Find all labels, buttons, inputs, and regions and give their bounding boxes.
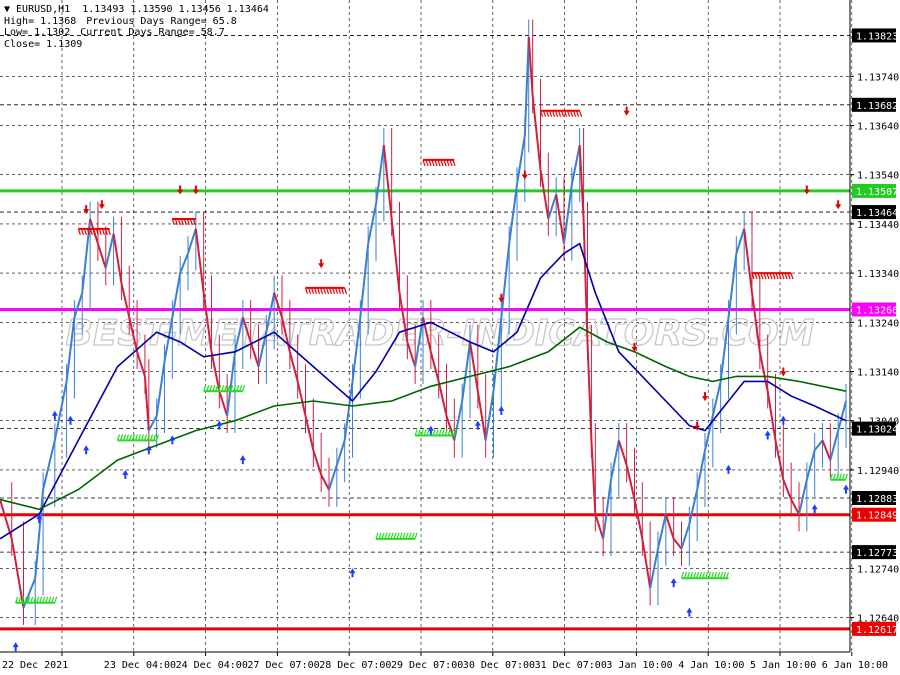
level-label: 1.13507 [856,187,898,198]
time-tick-label: 3 Jan 10:00 [606,660,672,671]
low-value: Low= 1.1302 [4,27,71,38]
level-label: 1.13682 [856,101,898,112]
time-tick-label: 5 Jan 10:00 [750,660,816,671]
price-tick-label: 1.13540 [857,171,899,182]
level-label: 1.12883 [856,494,898,505]
high-value: High= 1.1368 [4,15,77,27]
close-value: Close= 1.1309 [4,38,83,50]
time-tick-label: 6 Jan 10:00 [822,660,888,671]
time-tick-label: 4 Jan 10:00 [678,660,744,671]
level-label: 1.13024 [856,425,898,436]
price-tick-label: 1.13740 [857,72,899,83]
symbol-line: ▼ EURUSD,H1 1.13493 1.13590 1.13456 1.13… [4,4,269,15]
price-tick-label: 1.13140 [857,368,899,379]
time-tick-label: 29 Dec 07:00 [391,660,463,671]
time-tick-label: 22 Dec 2021 [2,660,68,671]
level-label: 1.13823 [856,31,898,42]
time-tick-label: 24 Dec 04:00 [176,660,248,671]
chart-window: BEST-METATRADER-INDICATORS.COM 1.13740 1.… [0,0,900,675]
price-tick-label: 1.13340 [857,269,899,280]
price-tick-label: 1.13440 [857,220,899,231]
time-tick-label: 31 Dec 07:00 [535,660,607,671]
level-label: 1.12849 [856,511,898,522]
previous-days-range: Previous Days Range= 65.8 [86,15,237,27]
level-label: 1.13464 [856,208,898,219]
time-tick-label: 27 Dec 07:00 [247,660,319,671]
level-label: 1.13266 [856,306,898,317]
current-days-range: Current Days Range= 58.7 [80,27,225,38]
time-tick-label: 23 Dec 04:00 [104,660,176,671]
price-tick-label: 1.12940 [857,466,899,477]
level-label: 1.12773 [856,548,898,559]
watermark: BEST-METATRADER-INDICATORS.COM [65,313,814,354]
price-chart[interactable]: BEST-METATRADER-INDICATORS.COM 1.13740 1.… [0,0,900,675]
price-tick-label: 1.12740 [857,564,899,575]
price-tick-label: 1.13240 [857,318,899,329]
price-tick-label: 1.13640 [857,121,899,132]
time-tick-label: 28 Dec 07:00 [319,660,391,671]
chart-info-panel: ▼ EURUSD,H1 1.13493 1.13590 1.13456 1.13… [4,4,269,50]
level-label: 1.12617 [856,625,898,636]
time-tick-label: 30 Dec 07:00 [463,660,535,671]
